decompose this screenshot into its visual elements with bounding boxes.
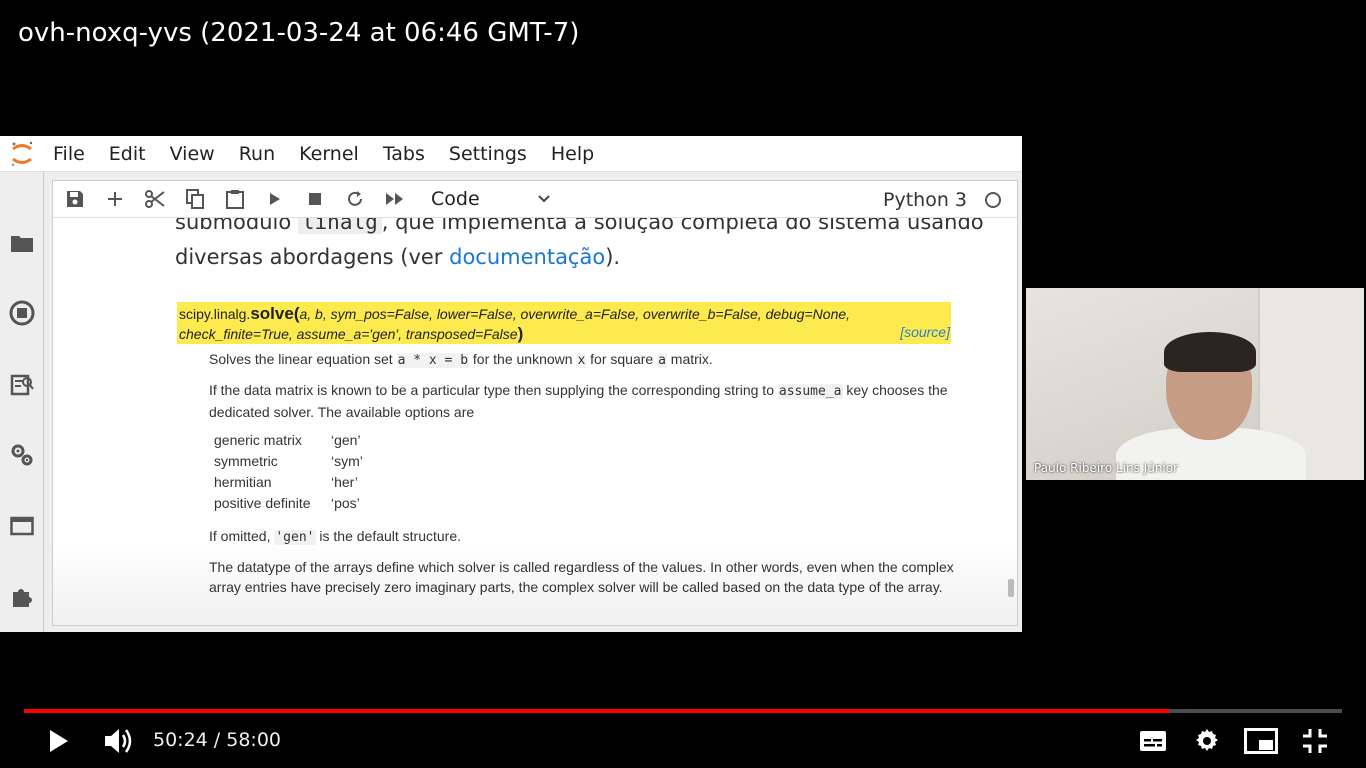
signature-module: scipy.linalg. <box>179 306 251 322</box>
folder-icon[interactable] <box>9 230 35 256</box>
menu-settings[interactable]: Settings <box>449 143 527 165</box>
exit-fullscreen-icon <box>1303 729 1327 753</box>
doc-omitted: If omitted, 'gen' is the default structu… <box>209 528 462 545</box>
paste-icon <box>226 190 244 209</box>
option-row: hermitian ‘her’ <box>214 474 358 490</box>
plus-icon <box>108 192 122 206</box>
jupyterlab-window: File Edit View Run Kernel Tabs Settings … <box>0 136 1022 632</box>
subtitles-icon <box>1140 731 1166 751</box>
gear-icon <box>1196 729 1218 751</box>
menu-kernel[interactable]: Kernel <box>299 143 359 165</box>
copy-button[interactable] <box>175 181 215 218</box>
menu-view[interactable]: View <box>170 143 215 165</box>
run-all-button[interactable] <box>375 181 415 218</box>
play-icon <box>270 193 280 205</box>
play-button[interactable] <box>42 724 76 758</box>
gears-icon[interactable] <box>9 442 35 468</box>
commands-icon[interactable] <box>9 371 35 397</box>
save-button[interactable] <box>55 181 95 218</box>
signature-function: solve <box>250 304 294 323</box>
paste-button[interactable] <box>215 181 255 218</box>
progress-bar[interactable] <box>24 709 1342 713</box>
volume-icon <box>105 729 132 753</box>
menu-edit[interactable]: Edit <box>109 143 146 165</box>
play-icon <box>50 730 68 752</box>
markdown-text: ). <box>605 245 621 269</box>
documentation-link[interactable]: documentação <box>449 245 605 269</box>
exit-fullscreen-button[interactable] <box>1298 724 1332 758</box>
time-display: 50:24 / 58:00 <box>153 729 281 751</box>
cell-type-select[interactable]: Code <box>431 188 551 210</box>
menu-tabs[interactable]: Tabs <box>383 143 425 165</box>
option-row: positive definite ‘pos’ <box>214 495 360 511</box>
volume-button[interactable] <box>100 724 138 758</box>
run-button[interactable] <box>255 181 295 218</box>
miniplayer-button[interactable] <box>1243 724 1279 758</box>
interrupt-button[interactable] <box>295 181 335 218</box>
menu-help[interactable]: Help <box>551 143 594 165</box>
doc-paragraph-assume-a: If the data matrix is known to be a part… <box>209 382 948 420</box>
restart-button[interactable] <box>335 181 375 218</box>
person-hair <box>1164 332 1256 372</box>
scrollbar[interactable] <box>1008 579 1014 597</box>
save-icon <box>67 191 83 207</box>
copy-icon <box>186 189 204 209</box>
subtitles-button[interactable] <box>1136 724 1170 758</box>
markdown-text: diversas abordagens (ver <box>175 245 450 269</box>
chevron-down-icon <box>538 195 550 203</box>
source-link[interactable]: [source] <box>900 322 950 342</box>
settings-button[interactable] <box>1190 724 1224 758</box>
participant-name: Paulo Ribeiro Lins Júnior <box>1034 461 1179 475</box>
left-sidebar <box>0 172 44 632</box>
menubar: File Edit View Run Kernel Tabs Settings … <box>0 136 1022 172</box>
video-title: ovh-noxq-yvs (2021-03-24 at 06:46 GMT-7) <box>18 18 580 48</box>
kernel-status-icon <box>985 191 1001 208</box>
function-signature: scipy.linalg.solve(a, b, sym_pos=False, … <box>177 302 951 344</box>
doc-summary: Solves the linear equation set a * x = b… <box>209 351 713 368</box>
tabs-icon[interactable] <box>9 513 35 539</box>
insert-cell-button[interactable] <box>95 181 135 218</box>
extension-icon[interactable] <box>9 583 35 609</box>
fast-forward-icon <box>386 193 403 205</box>
kernel-name: Python 3 <box>883 188 967 211</box>
running-icon[interactable] <box>9 300 35 326</box>
miniplayer-icon <box>1244 728 1278 754</box>
option-row: generic matrix ‘gen’ <box>214 432 361 448</box>
jupyter-logo <box>0 136 44 172</box>
menu-file[interactable]: File <box>53 143 85 165</box>
stop-icon <box>309 193 321 205</box>
signature-params: a, b, sym_pos=False, lower=False, overwr… <box>299 306 851 322</box>
notebook-panel: submódulo linalg, que implementa a soluç… <box>52 180 1018 626</box>
option-row: symmetric ‘sym’ <box>214 453 363 469</box>
notebook-content: submódulo linalg, que implementa a soluç… <box>53 181 1017 625</box>
menu-run[interactable]: Run <box>239 143 275 165</box>
markdown-line-2: diversas abordagens (ver documentação). <box>175 245 620 269</box>
progress-fill <box>24 709 1170 713</box>
webcam-thumbnail: Paulo Ribeiro Lins Júnior <box>1026 288 1364 480</box>
signature-params: check_finite=True, assume_a='gen', trans… <box>179 326 518 342</box>
notebook-toolbar: Code Python 3 <box>53 181 1017 218</box>
doc-datatype-paragraph: The datatype of the arrays define which … <box>209 559 954 595</box>
cell-type-value: Code <box>431 188 480 210</box>
kernel-indicator[interactable]: Python 3 <box>883 181 1001 218</box>
refresh-icon <box>348 191 362 206</box>
cut-button[interactable] <box>135 181 175 218</box>
scissors-icon <box>145 190 165 208</box>
